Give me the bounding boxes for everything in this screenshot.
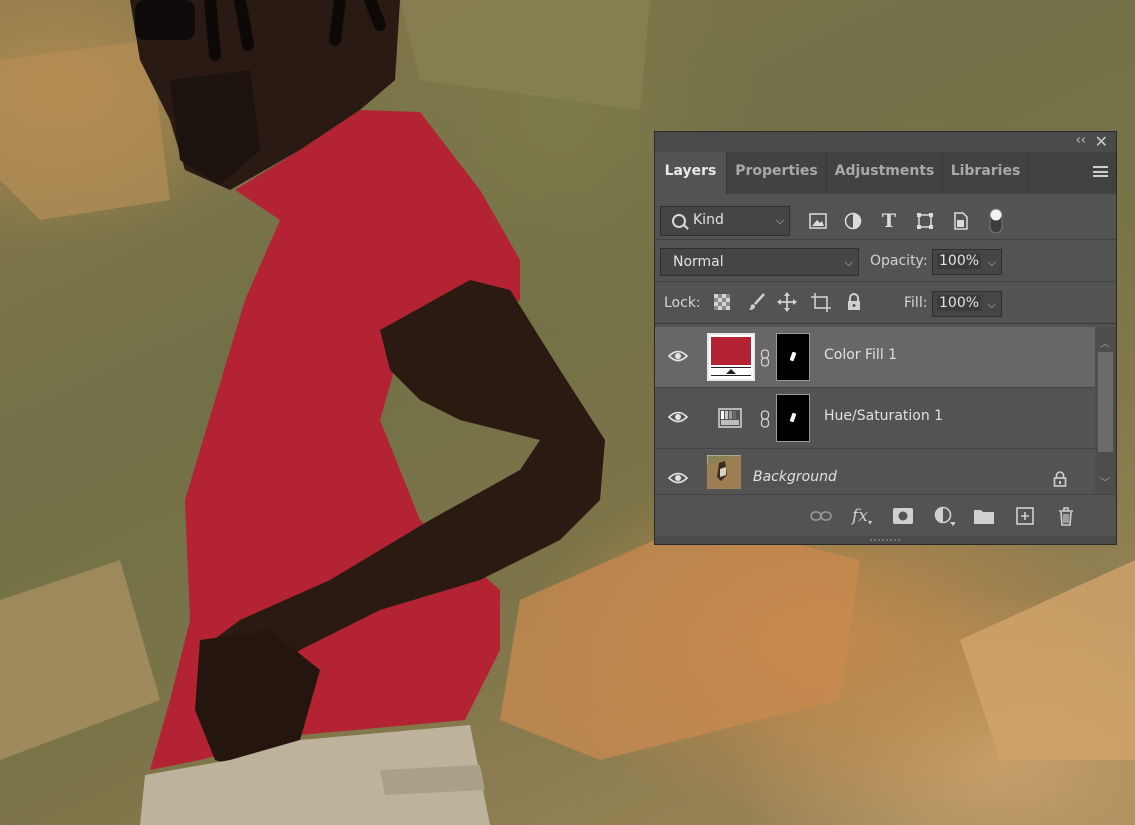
layer-list-scrollbar[interactable]: ︿ ﹀ [1095,327,1116,494]
close-icon[interactable]: ✕ [1095,132,1108,151]
layer-row-color-fill-1[interactable]: Color Fill 1 [655,327,1095,388]
fx-icon[interactable]: fx ▾ [851,505,873,527]
layers-panel: ‹‹ ✕ Layers Properties Adjustments Libra… [654,131,1117,545]
lock-row: Lock: Fill: 100% ⌵ [655,282,1116,324]
lock-all-icon[interactable] [844,292,864,312]
shape-filter-icon[interactable] [914,210,936,232]
fill-value: 100% [937,295,982,311]
scrollbar-thumb[interactable] [1098,352,1113,452]
filter-toggle-icon[interactable] [985,208,1007,234]
layer-name[interactable]: Background [753,469,837,485]
caret-down-icon: ▾ [867,517,872,527]
layer-name[interactable]: Hue/Saturation 1 [824,408,943,424]
lock-icon[interactable] [1053,471,1067,487]
adjustment-filter-icon[interactable] [842,210,864,232]
eye-icon[interactable] [668,410,688,424]
layer-row-background[interactable]: Background [655,449,1095,494]
smart-object-filter-icon[interactable] [950,210,972,232]
type-filter-icon[interactable]: T [878,210,900,232]
search-icon [672,214,686,228]
eye-icon[interactable] [668,349,688,363]
chevron-down-icon: ⌵ [775,214,784,227]
layer-name[interactable]: Color Fill 1 [824,347,897,363]
chain-link-icon[interactable] [760,349,770,367]
layers-footer: fx ▾ [655,494,1116,536]
blend-row: Normal ⌵ Opacity: 100% ⌵ [655,240,1116,282]
layer-filter-row: Kind ⌵ T [655,194,1116,240]
tab-libraries[interactable]: Libraries [943,152,1029,194]
chevron-down-icon[interactable]: ﹀ [1100,474,1110,489]
new-group-icon[interactable] [973,505,995,527]
hue-saturation-icon[interactable] [718,408,742,428]
image-filter-icon[interactable] [807,210,829,232]
opacity-label: Opacity: [870,253,928,269]
eye-icon[interactable] [668,471,688,485]
new-layer-icon[interactable] [1014,505,1036,527]
double-chevron-left-icon[interactable]: ‹‹ [1076,133,1086,148]
blend-mode-value: Normal [673,254,724,270]
add-mask-icon[interactable] [892,505,914,527]
tab-layers[interactable]: Layers [655,152,727,194]
chevron-up-icon[interactable]: ︿ [1100,335,1110,350]
fill-field[interactable]: 100% ⌵ [932,291,1002,317]
layer-list: Color Fill 1 Hue/Saturation 1 Background [655,327,1095,494]
opacity-value: 100% [937,253,982,269]
fill-label: Fill: [904,295,928,311]
lock-transparent-pixels-icon[interactable] [712,292,732,312]
layer-mask-thumbnail[interactable] [776,333,810,381]
chevron-down-icon[interactable]: ⌵ [988,256,996,270]
filter-kind-label: Kind [693,212,724,228]
link-layers-icon[interactable] [810,505,832,527]
blend-mode-select[interactable]: Normal ⌵ [660,248,859,276]
panel-titlebar[interactable]: ‹‹ ✕ [655,132,1116,152]
chevron-down-icon: ⌵ [844,256,853,269]
layer-row-hue-saturation-1[interactable]: Hue/Saturation 1 [655,388,1095,449]
new-adjustment-icon[interactable] [933,505,955,527]
lock-label: Lock: [664,295,701,311]
filter-kind-select[interactable]: Kind ⌵ [660,206,790,236]
background-thumbnail[interactable] [707,455,741,489]
opacity-field[interactable]: 100% ⌵ [932,249,1002,275]
lock-image-pixels-icon[interactable] [747,292,767,312]
chain-link-icon[interactable] [760,410,770,428]
tab-adjustments[interactable]: Adjustments [827,152,943,194]
fx-label: fx [852,506,868,526]
panel-tabs: Layers Properties Adjustments Libraries [655,152,1116,194]
chevron-down-icon[interactable]: ⌵ [988,298,996,312]
color-fill-thumbnail[interactable] [707,333,755,381]
panel-resize-grip[interactable] [655,536,1116,544]
lock-artboard-icon[interactable] [811,292,831,312]
delete-layer-icon[interactable] [1055,505,1077,527]
layer-mask-thumbnail[interactable] [776,394,810,442]
panel-menu-icon[interactable] [1093,166,1108,177]
tab-properties[interactable]: Properties [727,152,827,194]
lock-position-icon[interactable] [777,292,797,312]
